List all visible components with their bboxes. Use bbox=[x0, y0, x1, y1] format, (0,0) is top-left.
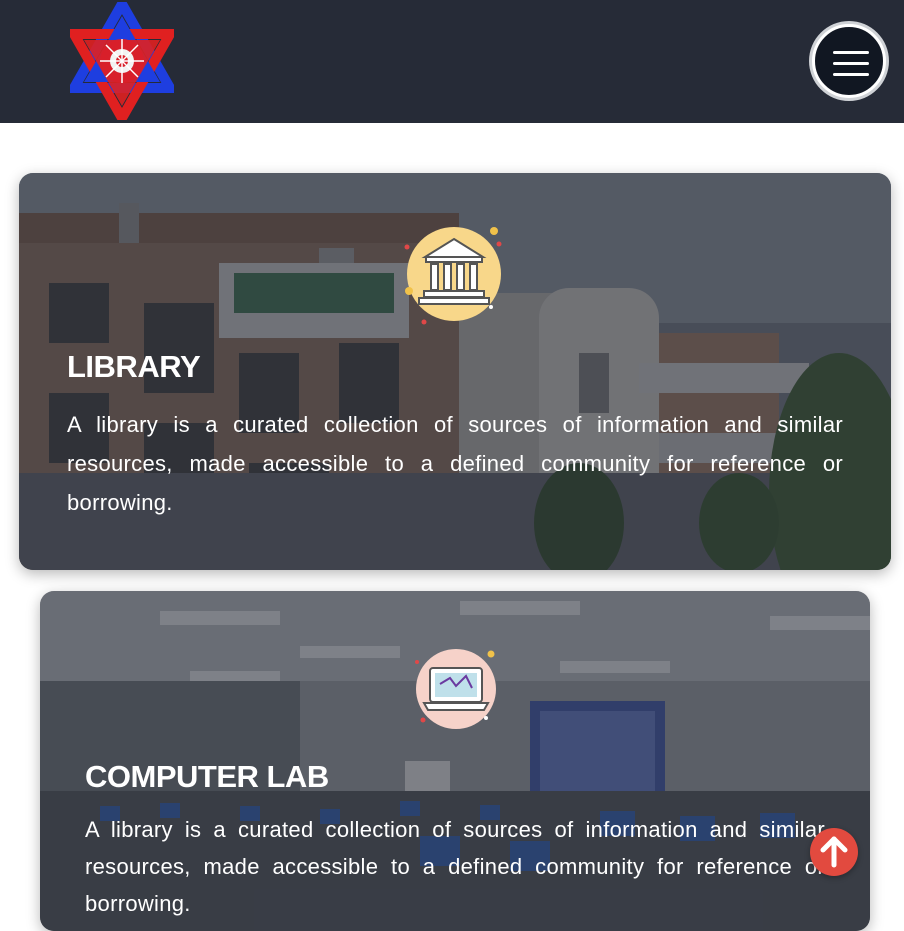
computer-lab-card[interactable]: COMPUTER LAB A library is a curated coll… bbox=[40, 591, 870, 931]
arrow-up-icon bbox=[820, 836, 848, 868]
scroll-to-top-button[interactable] bbox=[810, 828, 858, 876]
university-emblem-icon[interactable] bbox=[70, 2, 174, 120]
computer-lab-description: A library is a curated collection of sou… bbox=[85, 817, 825, 916]
library-building-icon bbox=[404, 227, 502, 325]
library-card[interactable]: LIBRARY A library is a curated collectio… bbox=[19, 173, 891, 570]
computer-lab-title: COMPUTER LAB bbox=[85, 759, 329, 794]
hamburger-menu-icon[interactable] bbox=[812, 24, 886, 98]
menu-button[interactable] bbox=[809, 21, 889, 101]
library-title: LIBRARY bbox=[67, 349, 201, 384]
site-header bbox=[0, 0, 904, 123]
library-description: A library is a curated collection of sou… bbox=[67, 412, 843, 515]
laptop-icon bbox=[415, 649, 496, 729]
